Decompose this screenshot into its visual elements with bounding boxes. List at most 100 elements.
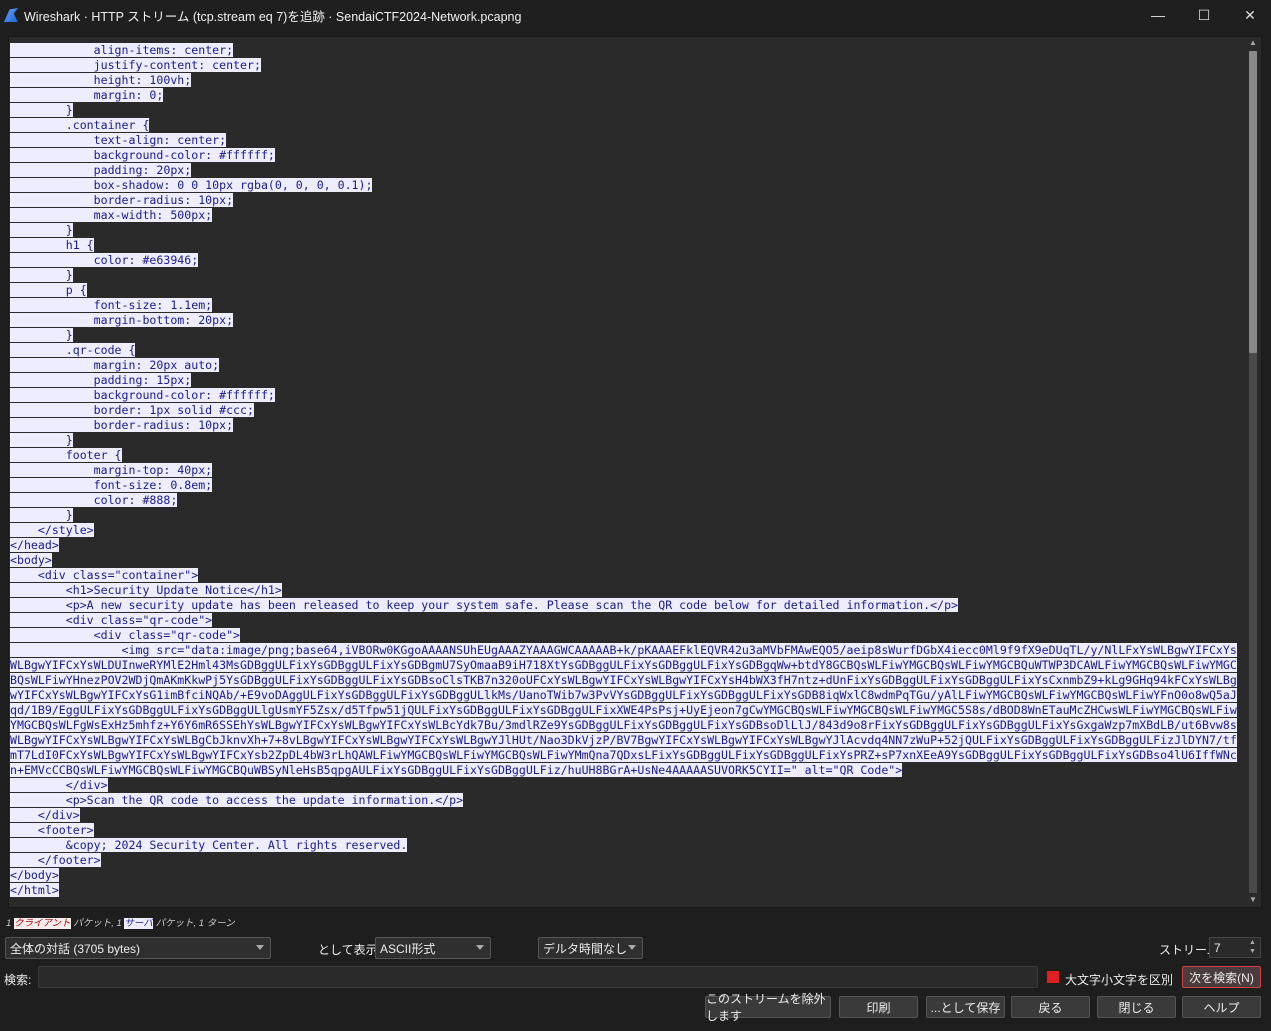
delta-time-select[interactable]: デルタ時間なし xyxy=(538,937,643,959)
title-bar: Wireshark · HTTP ストリーム (tcp.stream eq 7)… xyxy=(0,0,1271,30)
scrollbar-thumb[interactable] xyxy=(1249,51,1257,353)
stream-line: padding: 20px; xyxy=(10,163,192,177)
stream-line: p { xyxy=(10,283,87,297)
scroll-up-icon[interactable]: ▲ xyxy=(1248,38,1258,48)
stream-line: margin-top: 40px; xyxy=(10,463,213,477)
chevron-down-icon xyxy=(628,945,636,950)
stream-line: qd/1B9/EggULFixYsGDBggULFixYsGDBggULlgUs… xyxy=(10,703,1237,717)
maximize-button[interactable]: ☐ xyxy=(1181,0,1227,30)
wireshark-logo-icon xyxy=(4,8,18,22)
stream-line: <p>A new security update has been releas… xyxy=(10,598,959,612)
stream-line: WLBgwYIFCxYsWLBgwYIFCxYsWLBgCbJknvXh+7+8… xyxy=(10,733,1237,747)
back-button[interactable]: 戻る xyxy=(1011,996,1090,1018)
stream-line: <div class="qr-code"> xyxy=(10,628,241,642)
help-button[interactable]: ヘルプ xyxy=(1182,996,1261,1018)
stream-line: color: #888; xyxy=(10,493,178,507)
stream-line: <body> xyxy=(10,553,52,567)
stream-line: </div> xyxy=(10,808,80,822)
scrollbar-track[interactable] xyxy=(1249,353,1257,893)
delta-time-value: デルタ時間なし xyxy=(543,941,628,956)
summary-text: パケット, 1 xyxy=(70,918,125,929)
show-as-value: ASCII形式 xyxy=(380,941,436,956)
stream-line: color: #e63946; xyxy=(10,253,199,267)
stream-line: border: 1px solid #ccc; xyxy=(10,403,254,417)
search-label: 検索: xyxy=(4,973,32,987)
stream-line: text-align: center; xyxy=(10,133,227,147)
show-as-select[interactable]: ASCII形式 xyxy=(375,937,491,959)
stream-line: mT7LdI0FCxYsWLBgwYIFCxYsWLBgwYIFCxYsb2Zp… xyxy=(10,748,1237,762)
stream-line: <div class="container"> xyxy=(10,568,199,582)
spin-down-icon[interactable]: ▼ xyxy=(1249,948,1259,956)
stream-line: border-radius: 10px; xyxy=(10,418,234,432)
stream-line: } xyxy=(10,328,73,342)
stream-line: margin-bottom: 20px; xyxy=(10,313,234,327)
stream-line: </div> xyxy=(10,778,108,792)
stream-number-spinbox[interactable]: 7 ▲ ▼ xyxy=(1209,937,1261,958)
stream-line: border-radius: 10px; xyxy=(10,193,234,207)
show-as-label: として表示 xyxy=(318,943,378,957)
window-title: Wireshark · HTTP ストリーム (tcp.stream eq 7)… xyxy=(24,9,522,24)
close-button[interactable]: 閉じる xyxy=(1097,996,1176,1018)
search-input[interactable] xyxy=(38,966,1038,988)
conversation-select[interactable]: 全体の対話 (3705 bytes) xyxy=(5,937,271,959)
stream-line: </footer> xyxy=(10,853,101,867)
vertical-scrollbar[interactable]: ▲ ▼ xyxy=(1247,37,1259,907)
stream-line: height: 100vh; xyxy=(10,73,192,87)
stream-line: footer { xyxy=(10,448,122,462)
stream-line: } xyxy=(10,268,73,282)
minimize-button[interactable]: — xyxy=(1135,0,1181,30)
save-as-button[interactable]: ...として保存 xyxy=(926,996,1005,1018)
stream-line: margin: 0; xyxy=(10,88,164,102)
stream-content-view[interactable]: align-items: center; justify-content: ce… xyxy=(8,36,1262,908)
stream-line: } xyxy=(10,433,73,447)
packet-summary: 1 クライアント パケット, 1 サーバ パケット, 1 ターン xyxy=(6,915,235,929)
stream-line: h1 { xyxy=(10,238,94,252)
stream-text[interactable]: align-items: center; justify-content: ce… xyxy=(10,43,1248,898)
stream-line: } xyxy=(10,508,73,522)
print-button[interactable]: 印刷 xyxy=(839,996,918,1018)
close-window-button[interactable]: ✕ xyxy=(1227,0,1271,30)
stream-line: background-color: #ffffff; xyxy=(10,148,275,162)
stream-line: box-shadow: 0 0 10px rgba(0, 0, 0, 0.1); xyxy=(10,178,373,192)
chevron-down-icon xyxy=(476,945,484,950)
stream-line: padding: 15px; xyxy=(10,373,192,387)
stream-line: max-width: 500px; xyxy=(10,208,213,222)
scroll-down-icon[interactable]: ▼ xyxy=(1248,895,1258,905)
summary-text: パケット, 1 ターン xyxy=(152,918,235,929)
spin-up-icon[interactable]: ▲ xyxy=(1249,939,1259,947)
stream-line: .container { xyxy=(10,118,150,132)
stream-line: </body> xyxy=(10,868,59,882)
stream-line: <footer> xyxy=(10,823,94,837)
stream-line: </head> xyxy=(10,538,59,552)
stream-line: <img src="data:image/png;base64,iVBORw0K… xyxy=(10,643,1237,657)
stream-line: &copy; 2024 Security Center. All rights … xyxy=(10,838,408,852)
stream-line: </style> xyxy=(10,523,94,537)
stream-line: font-size: 0.8em; xyxy=(10,478,213,492)
stream-line: n+EMVcCCBQsWLFiwYMGCBQsWLFiwYMGCBQuWBSyN… xyxy=(10,763,903,777)
filter-out-stream-button[interactable]: このストリームを除外します xyxy=(705,992,831,1023)
stream-line: </html> xyxy=(10,883,59,897)
summary-text: 1 xyxy=(6,918,14,929)
stream-line: margin: 20px auto; xyxy=(10,358,220,372)
stream-line: YMGCBQsWLFgWsExHz5mhfz+Y6Y6mR6SSEhYsWLBg… xyxy=(10,718,1237,732)
conversation-value: 全体の対話 (3705 bytes) xyxy=(10,941,141,956)
stream-line: background-color: #ffffff; xyxy=(10,388,275,402)
chevron-down-icon xyxy=(256,945,264,950)
stream-line: justify-content: center; xyxy=(10,58,261,72)
stream-line: <h1>Security Update Notice</h1> xyxy=(10,583,282,597)
stream-line: font-size: 1.1em; xyxy=(10,298,213,312)
server-label: サーバ xyxy=(124,918,153,929)
stream-line: } xyxy=(10,103,73,117)
stream-line: WLBgwYIFCxYsWLDUInweRYMlE2Hml43MsGDBggUL… xyxy=(10,658,1237,672)
stream-line: <p>Scan the QR code to access the update… xyxy=(10,793,464,807)
stream-line: wYIFCxYsWLBgwYIFCxYsG1imBfciNQAb/+E9voDA… xyxy=(10,688,1237,702)
find-next-button[interactable]: 次を検索(N) xyxy=(1182,966,1261,988)
stream-number-value: 7 xyxy=(1214,941,1221,955)
case-sensitive-checkbox[interactable] xyxy=(1047,971,1059,983)
stream-line: <div class="qr-code"> xyxy=(10,613,213,627)
client-label: クライアント xyxy=(13,918,71,929)
stream-line: .qr-code { xyxy=(10,343,136,357)
stream-line: align-items: center; xyxy=(10,43,234,57)
case-sensitive-label: 大文字小文字を区別 xyxy=(1065,973,1174,987)
stream-line: } xyxy=(10,223,73,237)
